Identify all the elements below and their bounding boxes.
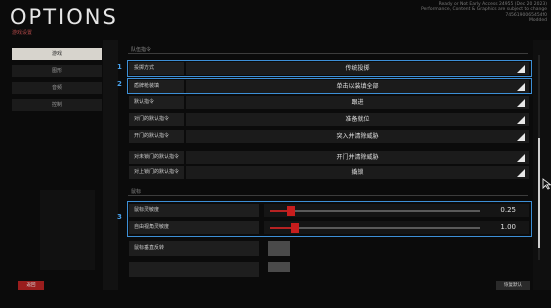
build-info: Ready or Not Early Access 24955 (Dec 20 … bbox=[397, 2, 547, 24]
tab-audio[interactable]: 音频 bbox=[12, 82, 102, 94]
setting-label: 开门的默认指令 bbox=[129, 130, 184, 143]
setting-row-unlocked-door-command[interactable]: 对未锁门的默认指令 开门并清除威胁 bbox=[129, 151, 529, 164]
setting-dropdown[interactable]: 跟进 bbox=[186, 96, 529, 109]
setting-label: 对门的默认指令 bbox=[129, 113, 184, 126]
page-subtitle: 游戏设置 bbox=[12, 30, 33, 36]
setting-row-default-command[interactable]: 默认指令 跟进 bbox=[129, 96, 529, 109]
section-title-commands: 队伍指令 bbox=[131, 47, 152, 53]
tab-graphics[interactable]: 图形 bbox=[12, 65, 102, 77]
setting-label: 默认指令 bbox=[129, 96, 184, 109]
reset-defaults-button[interactable]: 恢复默认 bbox=[496, 281, 530, 290]
section-divider bbox=[128, 195, 528, 196]
scrollbar-thumb[interactable] bbox=[538, 138, 540, 248]
setting-label bbox=[129, 262, 259, 277]
highlight-box-3 bbox=[127, 201, 532, 237]
build-line: Modded bbox=[529, 18, 547, 24]
setting-dropdown[interactable]: 撬锁 bbox=[186, 166, 529, 179]
setting-dropdown[interactable]: 准备就位 bbox=[186, 113, 529, 126]
cursor-icon bbox=[542, 178, 551, 190]
setting-dropdown[interactable]: 开门并清除威胁 bbox=[186, 151, 529, 164]
callout-number-2: 2 bbox=[117, 80, 122, 88]
extra-toggle[interactable] bbox=[268, 262, 290, 272]
tab-controls[interactable]: 控制 bbox=[12, 99, 102, 111]
section-title-mouse: 鼠标 bbox=[131, 189, 142, 195]
setting-label: 鼠标垂直反转 bbox=[129, 241, 259, 256]
dropdown-triangle-icon[interactable] bbox=[517, 116, 525, 124]
setting-dropdown[interactable]: 突入并清除威胁 bbox=[186, 130, 529, 143]
callout-number-1: 1 bbox=[117, 63, 122, 71]
setting-row-open-door-command[interactable]: 开门的默认指令 突入并清除威胁 bbox=[129, 130, 529, 143]
panel-left-edge bbox=[103, 40, 118, 290]
panel-right-edge bbox=[533, 40, 551, 290]
setting-label: 对上锁门的默认指令 bbox=[129, 166, 184, 179]
setting-row-locked-door-command[interactable]: 对上锁门的默认指令 撬锁 bbox=[129, 166, 529, 179]
setting-label: 对未锁门的默认指令 bbox=[129, 151, 184, 164]
invert-mouse-toggle[interactable] bbox=[268, 241, 290, 256]
setting-row-door-command[interactable]: 对门的默认指令 准备就位 bbox=[129, 113, 529, 126]
section-divider bbox=[128, 53, 528, 54]
tab-game[interactable]: 游戏 bbox=[12, 48, 102, 60]
setting-row-extra bbox=[129, 262, 259, 277]
setting-row-invert-mouse: 鼠标垂直反转 bbox=[129, 241, 259, 256]
page-title: OPTIONS bbox=[10, 5, 118, 29]
highlight-box-1 bbox=[127, 60, 532, 77]
dropdown-triangle-icon[interactable] bbox=[517, 133, 525, 141]
dropdown-triangle-icon[interactable] bbox=[517, 169, 525, 177]
highlight-box-2 bbox=[127, 78, 532, 94]
callout-number-3: 3 bbox=[117, 213, 122, 221]
sidebar-ghost-panel bbox=[40, 190, 95, 270]
dropdown-triangle-icon[interactable] bbox=[517, 99, 525, 107]
dropdown-triangle-icon[interactable] bbox=[517, 154, 525, 162]
back-button[interactable]: 返回 bbox=[18, 281, 44, 290]
